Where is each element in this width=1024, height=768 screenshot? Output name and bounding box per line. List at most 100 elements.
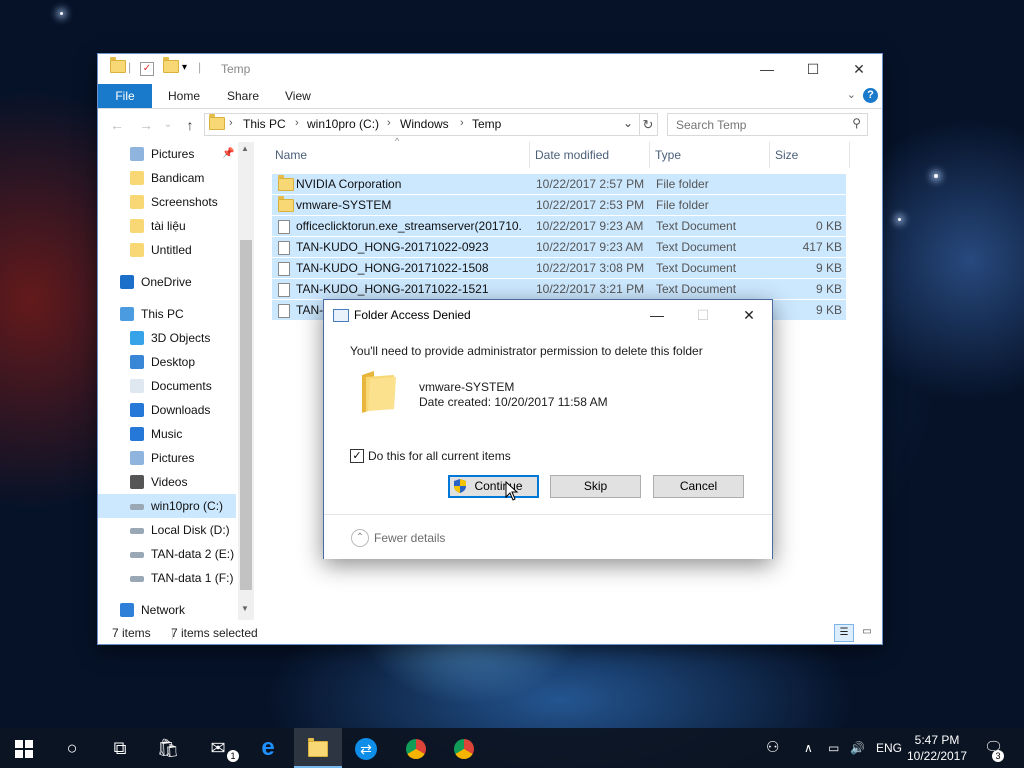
sidebar-item-t-i-li-u[interactable]: tài liệu xyxy=(98,214,236,238)
task-view-icon[interactable]: ⧉ xyxy=(96,728,144,768)
chevron-up-icon[interactable]: ⌃ xyxy=(351,529,369,547)
sidebar-item-pictures[interactable]: Pictures xyxy=(98,446,236,470)
maximize-button[interactable]: ☐ xyxy=(790,54,836,84)
customize-toolbar-icon[interactable]: ▾ xyxy=(182,62,187,80)
file-row[interactable]: NVIDIA Corporation 10/22/2017 2:57 PM File… xyxy=(272,174,846,194)
store-icon[interactable]: 🛍 xyxy=(144,728,192,768)
sidebar-item-3d-objects[interactable]: 3D Objects xyxy=(98,326,236,350)
nav-scrollbar[interactable]: ▲ ▼ xyxy=(238,142,254,620)
chrome-icon[interactable] xyxy=(440,728,488,768)
breadcrumb-temp[interactable]: Temp xyxy=(472,117,501,131)
search-input[interactable] xyxy=(674,114,848,135)
search-box: ⚲ xyxy=(667,113,868,136)
sidebar-item-label: Untitled xyxy=(151,243,192,257)
volume-icon[interactable]: 🔊 xyxy=(850,728,865,768)
edge-icon[interactable]: e xyxy=(244,728,292,768)
new-folder-icon[interactable] xyxy=(163,57,179,78)
sidebar-item-bandicam[interactable]: Bandicam xyxy=(98,166,236,190)
file-explorer-taskbar-icon[interactable] xyxy=(294,728,342,768)
people-icon[interactable]: ⚇ xyxy=(766,728,779,768)
search-cortana-icon[interactable]: ○ xyxy=(48,728,96,768)
breadcrumb-windows[interactable]: Windows xyxy=(400,117,449,131)
apply-all-checkbox[interactable]: ✓ xyxy=(350,449,364,463)
chrome-app-icon[interactable] xyxy=(392,728,440,768)
sidebar-item-documents[interactable]: Documents xyxy=(98,374,236,398)
search-icon[interactable]: ⚲ xyxy=(852,116,861,130)
help-icon[interactable]: ? xyxy=(863,88,878,103)
back-button[interactable]: ← xyxy=(106,112,128,138)
recent-locations-icon[interactable]: ⌄ xyxy=(157,112,179,138)
sidebar-item-videos[interactable]: Videos xyxy=(98,470,236,494)
apply-all-label[interactable]: Do this for all current items xyxy=(368,449,511,463)
scrollbar-thumb[interactable] xyxy=(240,240,252,590)
column-header-size[interactable]: Size xyxy=(772,142,850,168)
sidebar-item-downloads[interactable]: Downloads xyxy=(98,398,236,422)
show-hidden-icons-icon[interactable]: ∧ xyxy=(804,728,813,768)
close-button[interactable]: ✕ xyxy=(836,54,882,84)
sidebar-item-network[interactable]: Network xyxy=(98,598,236,620)
clock[interactable]: 5:47 PM 10/22/2017 xyxy=(904,732,970,764)
sidebar-item-local-disk-d[interactable]: Local Disk (D:) xyxy=(98,518,236,542)
refresh-icon[interactable]: ↻ xyxy=(639,114,656,135)
videos-icon xyxy=(130,475,144,489)
minimize-button[interactable]: — xyxy=(744,54,790,84)
properties-icon[interactable]: ✓ xyxy=(140,62,154,76)
file-row[interactable]: TAN-KUDO_HONG-20171022-1521 10/22/2017 3:… xyxy=(272,279,846,299)
sidebar-item-music[interactable]: Music xyxy=(98,422,236,446)
large-icons-view-icon[interactable]: ▭ xyxy=(858,624,876,640)
breadcrumb-separator[interactable]: › xyxy=(460,117,464,129)
breadcrumb-separator[interactable]: › xyxy=(229,117,233,129)
expand-ribbon-icon[interactable]: ⌄ xyxy=(847,88,856,101)
column-header-name[interactable]: Name xyxy=(272,142,530,168)
sidebar-item-onedrive[interactable]: OneDrive xyxy=(98,270,236,294)
file-name: TAN-KUDO_HONG-20171022-0923 xyxy=(296,240,489,254)
address-bar[interactable]: › This PC › win10pro (C:) › Windows › Te… xyxy=(204,113,658,136)
scroll-down-icon[interactable]: ▼ xyxy=(241,604,249,613)
chevron-down-icon[interactable]: ⌄ xyxy=(623,116,633,130)
dialog-minimize-button[interactable]: — xyxy=(634,300,680,330)
sidebar-item-pictures[interactable]: Pictures 📌 xyxy=(98,142,236,166)
dialog-close-button[interactable]: ✕ xyxy=(726,300,772,330)
teamviewer-icon[interactable]: ⇄ xyxy=(342,728,390,768)
breadcrumb-separator[interactable]: › xyxy=(295,117,299,129)
start-button[interactable] xyxy=(0,728,48,768)
sidebar-item-label: OneDrive xyxy=(141,275,192,289)
sidebar-item-untitled[interactable]: Untitled xyxy=(98,238,236,262)
language-indicator[interactable]: ENG xyxy=(876,728,902,768)
file-row[interactable]: TAN-KUDO_HONG-20171022-1508 10/22/2017 3:… xyxy=(272,258,846,278)
column-header-type[interactable]: Type xyxy=(652,142,770,168)
folder-icon xyxy=(209,114,225,133)
skip-button[interactable]: Skip xyxy=(550,475,641,498)
folder-icon xyxy=(130,219,144,233)
column-header-date[interactable]: Date modified xyxy=(532,142,650,168)
network-tray-icon[interactable]: ▭ xyxy=(828,728,839,768)
file-row[interactable]: vmware-SYSTEM 10/22/2017 2:53 PM File fold… xyxy=(272,195,846,215)
sidebar-item-tan-data-2-e[interactable]: TAN-data 2 (E:) xyxy=(98,542,236,566)
breadcrumb-this-pc[interactable]: This PC xyxy=(243,117,286,131)
breadcrumb-c-drive[interactable]: win10pro (C:) xyxy=(307,117,379,131)
tab-home[interactable]: Home xyxy=(156,84,212,108)
details-view-icon[interactable]: ☰ xyxy=(834,624,854,642)
continue-button[interactable]: Continue xyxy=(448,475,539,498)
tab-view[interactable]: View xyxy=(273,84,323,108)
file-row[interactable]: TAN-KUDO_HONG-20171022-0923 10/22/2017 9:… xyxy=(272,237,846,257)
sidebar-item-screenshots[interactable]: Screenshots xyxy=(98,190,236,214)
tab-file[interactable]: File xyxy=(98,84,152,108)
pictures-icon xyxy=(130,147,144,161)
cancel-button[interactable]: Cancel xyxy=(653,475,744,498)
file-row[interactable]: officeclicktorun.exe_streamserver(201710… xyxy=(272,216,846,236)
tab-share[interactable]: Share xyxy=(215,84,271,108)
sidebar-item-win10pro-c[interactable]: win10pro (C:) xyxy=(98,494,236,518)
pin-icon[interactable]: 📌 xyxy=(222,142,234,166)
action-center-icon[interactable]: 🗨 xyxy=(984,728,1003,768)
sidebar-item-this-pc[interactable]: This PC xyxy=(98,302,236,326)
sidebar-item-desktop[interactable]: Desktop xyxy=(98,350,236,374)
mail-icon[interactable]: ✉ xyxy=(194,728,242,768)
scroll-up-icon[interactable]: ▲ xyxy=(241,144,249,153)
drive-icon xyxy=(130,552,144,558)
sidebar-item-tan-data-1-f[interactable]: TAN-data 1 (F:) xyxy=(98,566,236,590)
forward-button[interactable]: → xyxy=(135,112,157,138)
breadcrumb-separator[interactable]: › xyxy=(387,117,391,129)
up-button[interactable]: ↑ xyxy=(179,112,201,138)
fewer-details-toggle[interactable]: Fewer details xyxy=(374,531,445,545)
